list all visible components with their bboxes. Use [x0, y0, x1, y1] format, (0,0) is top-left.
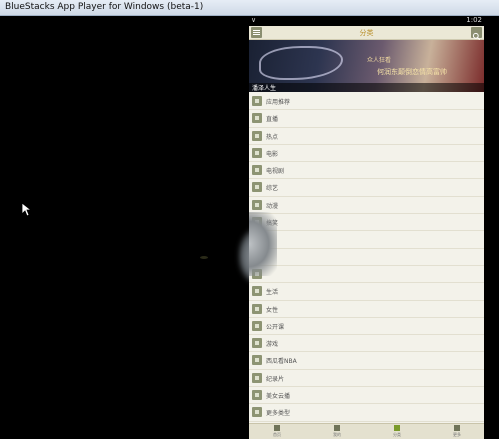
- banner-text-line2: 何润东颠倒恋情高富帅: [377, 68, 447, 76]
- nav-item[interactable]: 分类: [377, 425, 417, 439]
- window-title: BlueStacks App Player for Windows (beta-…: [5, 2, 204, 12]
- android-screen: ∨ 1:02 分类 众人狂看 何润东颠倒恋情高富帅 潘泽人生 应用推荐直播热点电…: [249, 16, 484, 439]
- category-item[interactable]: 游戏: [249, 335, 484, 353]
- app-header: 分类: [249, 26, 484, 41]
- banner-art: [259, 46, 343, 80]
- category-item[interactable]: [249, 249, 484, 266]
- category-item[interactable]: 动漫: [249, 197, 484, 215]
- anime-icon: [252, 199, 262, 210]
- category-label: 动漫: [266, 202, 279, 210]
- category-label: 西瓜看NBA: [266, 358, 297, 366]
- blurred-region: [249, 212, 277, 276]
- movie-icon: [252, 147, 262, 158]
- category-label: 热点: [266, 133, 279, 141]
- window-titlebar: BlueStacks App Player for Windows (beta-…: [0, 0, 499, 16]
- nba-icon: [252, 355, 262, 366]
- category-item[interactable]: 美女云播: [249, 387, 484, 405]
- nav-label: 分类: [393, 432, 401, 437]
- category-item[interactable]: [249, 231, 484, 249]
- promo-banner[interactable]: 众人狂看 何润东颠倒恋情高富帅 潘泽人生: [249, 40, 484, 92]
- category-label: 更多类型: [266, 410, 291, 418]
- category-item[interactable]: 搞笑: [249, 214, 484, 232]
- category-item[interactable]: 电影: [249, 145, 484, 163]
- home-icon: [274, 425, 280, 431]
- category-item[interactable]: 综艺: [249, 179, 484, 197]
- nav-label: 更多: [453, 432, 461, 437]
- category-item[interactable]: 直播: [249, 110, 484, 128]
- category-item[interactable]: [249, 266, 484, 284]
- user-icon: [334, 425, 340, 431]
- category-label: 纪录片: [266, 375, 285, 383]
- category-item[interactable]: 公开课: [249, 318, 484, 336]
- category-label: 女性: [266, 306, 279, 314]
- course-icon: [252, 320, 262, 331]
- apps-icon: [252, 96, 262, 106]
- category-item[interactable]: 应用推荐: [249, 93, 484, 111]
- category-item[interactable]: 女性: [249, 301, 484, 318]
- mouse-cursor-icon: [22, 203, 32, 217]
- category-item[interactable]: 纪录片: [249, 370, 484, 388]
- documentary-icon: [252, 372, 262, 383]
- game-icon: [252, 338, 262, 349]
- variety-icon: [252, 182, 262, 193]
- search-icon[interactable]: [471, 27, 482, 41]
- bottom-navigation: 首页 我的 分类 更多: [249, 423, 484, 439]
- more-icon: [454, 425, 460, 431]
- hot-icon: [252, 130, 262, 141]
- nav-item[interactable]: 首页: [257, 425, 297, 439]
- category-label: 美女云播: [266, 393, 291, 401]
- beauty-icon: [252, 390, 262, 401]
- nav-label: 首页: [273, 432, 281, 437]
- category-label: 游戏: [266, 341, 279, 349]
- category-label: 生活: [266, 289, 279, 297]
- banner-caption-bar: 潘泽人生: [249, 83, 484, 92]
- category-item[interactable]: 西瓜看NBA: [249, 352, 484, 370]
- signal-icon: ∨: [251, 16, 257, 24]
- category-label: 应用推荐: [266, 99, 291, 106]
- nav-item[interactable]: 我的: [317, 425, 357, 439]
- category-label: 公开课: [266, 323, 285, 331]
- category-list: 应用推荐直播热点电影电视剧综艺动漫搞笑生活女性公开课游戏西瓜看NBA 纪录片美女云…: [249, 93, 484, 422]
- category-item[interactable]: 生活: [249, 283, 484, 301]
- category-item[interactable]: 电视剧: [249, 162, 484, 180]
- more-icon: [252, 407, 262, 418]
- category-label: 电视剧: [266, 168, 285, 176]
- category-label: 直播: [266, 116, 279, 124]
- life-icon: [252, 286, 262, 297]
- live-icon: [252, 113, 262, 124]
- nav-label: 我的: [333, 432, 341, 437]
- status-bar: ∨ 1:02: [249, 16, 484, 26]
- category-label: 综艺: [266, 185, 279, 193]
- banner-page-indicator: [437, 86, 481, 92]
- banner-text-line1: 众人狂看: [367, 57, 392, 64]
- tv-icon: [252, 165, 262, 176]
- category-label: 电影: [266, 150, 279, 158]
- status-time: 1:02: [466, 16, 482, 24]
- category-item[interactable]: 热点: [249, 128, 484, 145]
- speck: [200, 256, 208, 259]
- category-item[interactable]: 更多类型: [249, 404, 484, 422]
- category-icon: [394, 425, 400, 431]
- banner-caption: 潘泽人生: [252, 85, 277, 92]
- female-icon: [252, 303, 262, 314]
- page-title: 分类: [359, 29, 374, 37]
- nav-item[interactable]: 更多: [437, 425, 477, 439]
